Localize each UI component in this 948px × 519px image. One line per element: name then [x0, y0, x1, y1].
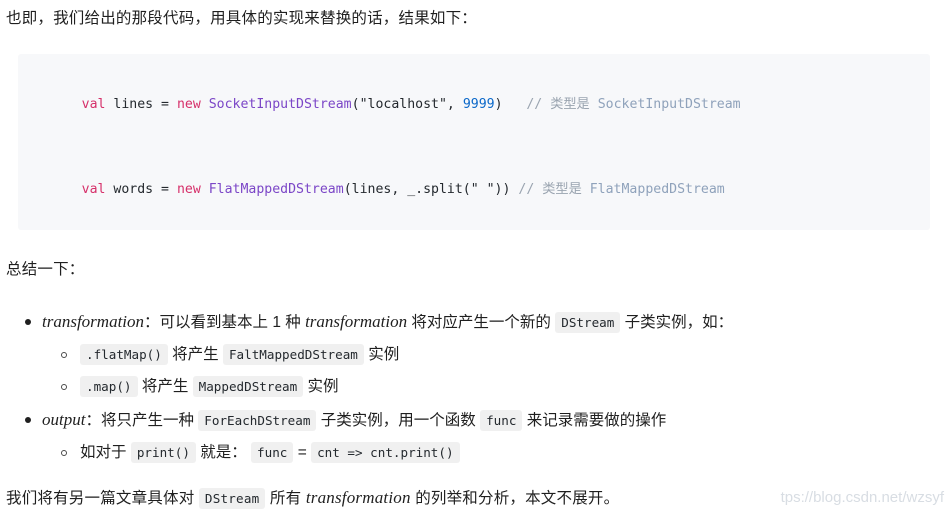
- code-string: "localhost": [359, 97, 447, 112]
- inline-code-func-2: func: [251, 442, 294, 463]
- bullet-transformation: transformation：可以看到基本上 1 种 transformatio…: [25, 305, 946, 403]
- closing-text-3: 的列举和分析，本文不展开。: [415, 490, 620, 507]
- term-transformation-2: transformation: [305, 312, 408, 331]
- inline-code-dstream: DStream: [555, 312, 621, 333]
- inline-code-foreachdstream: ForEachDStream: [198, 410, 317, 431]
- bullet-circle-icon: [61, 384, 67, 390]
- code-args: lines, _.split(" "): [351, 182, 503, 197]
- code-comment-type: SocketInputDStream: [589, 97, 741, 112]
- sub-text-2: 实例: [307, 378, 339, 395]
- code-paren-open: (: [351, 97, 360, 112]
- bullet-circle-icon: [61, 450, 67, 456]
- term-transformation-closing: transformation: [305, 488, 411, 507]
- code-class-name: FlatMappedDStream: [200, 182, 344, 197]
- code-new-keyword: new: [176, 97, 201, 112]
- summary-heading: 总结一下：: [6, 261, 85, 278]
- code-comma: ,: [446, 97, 463, 112]
- code-keyword: val: [81, 182, 106, 197]
- code-identifier: lines: [105, 97, 162, 112]
- code-block: val lines = new SocketInputDStream("loca…: [18, 54, 930, 230]
- code-equals: =: [161, 97, 177, 112]
- bullet-list-level1: transformation：可以看到基本上 1 种 transformatio…: [6, 305, 946, 469]
- bullet-output: output：将只产生一种 ForEachDStream 子类实例，用一个函数 …: [25, 403, 946, 469]
- code-paren-open: (: [343, 182, 352, 197]
- code-pad: [503, 97, 527, 112]
- term-transformation: transformation: [42, 312, 145, 331]
- intro-paragraph: 也即，我们给出的那段代码，用具体的实现来替换的话，结果如下：: [6, 10, 478, 27]
- inline-code-mappeddstream: MappedDStream: [192, 376, 304, 397]
- inline-code-func: func: [480, 410, 523, 431]
- inline-code-faltmappeddstream: FaltMappedDStream: [222, 344, 364, 365]
- bullet-circle-icon: [61, 352, 67, 358]
- code-paren-close: ): [494, 97, 503, 112]
- code-comment-chinese: 类型是: [542, 181, 582, 196]
- code-new-keyword: new: [176, 182, 201, 197]
- bullet-text-1: ：可以看到基本上 1 种: [144, 314, 301, 331]
- csdn-watermark: tps://blog.csdn.net/wzsyf: [780, 489, 944, 506]
- code-line-lines: val lines = new SocketInputDStream("loca…: [34, 72, 930, 136]
- bullet-print-example: 如对于 print() 就是： func = cnt => cnt.print(…: [61, 437, 946, 469]
- bullet-flatmap: .flatMap() 将产生 FaltMappedDStream 实例: [61, 339, 946, 371]
- code-identifier: words: [105, 182, 162, 197]
- article-page: 也即，我们给出的那段代码，用具体的实现来替换的话，结果如下： val lines…: [0, 0, 948, 519]
- sub-text-1: 将产生: [172, 346, 219, 363]
- example-text-2: 就是：: [200, 444, 247, 461]
- code-comment-chinese: 类型是: [550, 96, 590, 111]
- bullet-list-level2-output: 如对于 print() 就是： func = cnt => cnt.print(…: [42, 437, 946, 469]
- output-text-2: 子类实例，用一个函数: [320, 412, 476, 429]
- code-comment-slashes: //: [518, 182, 543, 197]
- bullet-list-level2-transformation: .flatMap() 将产生 FaltMappedDStream 实例 .map…: [42, 339, 946, 403]
- closing-text-1: 我们将有另一篇文章具体对: [6, 490, 195, 507]
- code-comment-slashes: //: [526, 97, 551, 112]
- example-equals: =: [297, 444, 307, 461]
- summary-list: transformation：可以看到基本上 1 种 transformatio…: [6, 305, 946, 469]
- closing-text-2: 所有: [269, 490, 302, 507]
- inline-code-map: .map(): [80, 376, 138, 397]
- bullet-disc-icon: [25, 417, 31, 423]
- code-line-words: val words = new FlatMappedDStream(lines,…: [34, 157, 930, 221]
- example-text-1: 如对于: [80, 444, 127, 461]
- inline-code-print: print(): [130, 442, 196, 463]
- term-output: output: [42, 410, 86, 429]
- output-text-1: ：将只产生一种: [85, 412, 194, 429]
- bullet-text-2: 将对应产生一个新的: [411, 314, 551, 331]
- code-class-name: SocketInputDStream: [200, 97, 352, 112]
- closing-paragraph: 我们将有另一篇文章具体对 DStream 所有 transformation 的…: [6, 487, 619, 510]
- inline-code-lambda: cnt => cnt.print(): [311, 442, 460, 463]
- bullet-map: .map() 将产生 MappedDStream 实例: [61, 371, 946, 403]
- output-text-3: 来记录需要做的操作: [526, 412, 667, 429]
- sub-text-1: 将产生: [141, 378, 189, 395]
- inline-code-flatmap: .flatMap(): [80, 344, 168, 365]
- inline-code-dstream-closing: DStream: [198, 488, 266, 509]
- code-number: 9999: [462, 97, 495, 112]
- code-line-pairs: val pairs = new MappedDStream(words, wor…: [34, 221, 930, 230]
- code-equals: =: [161, 182, 177, 197]
- code-keyword: val: [81, 97, 106, 112]
- bullet-disc-icon: [25, 319, 31, 325]
- sub-text-2: 实例: [368, 346, 400, 363]
- bullet-text-3: 子类实例，如：: [624, 314, 734, 331]
- code-comment-type: FlatMappedDStream: [581, 182, 725, 197]
